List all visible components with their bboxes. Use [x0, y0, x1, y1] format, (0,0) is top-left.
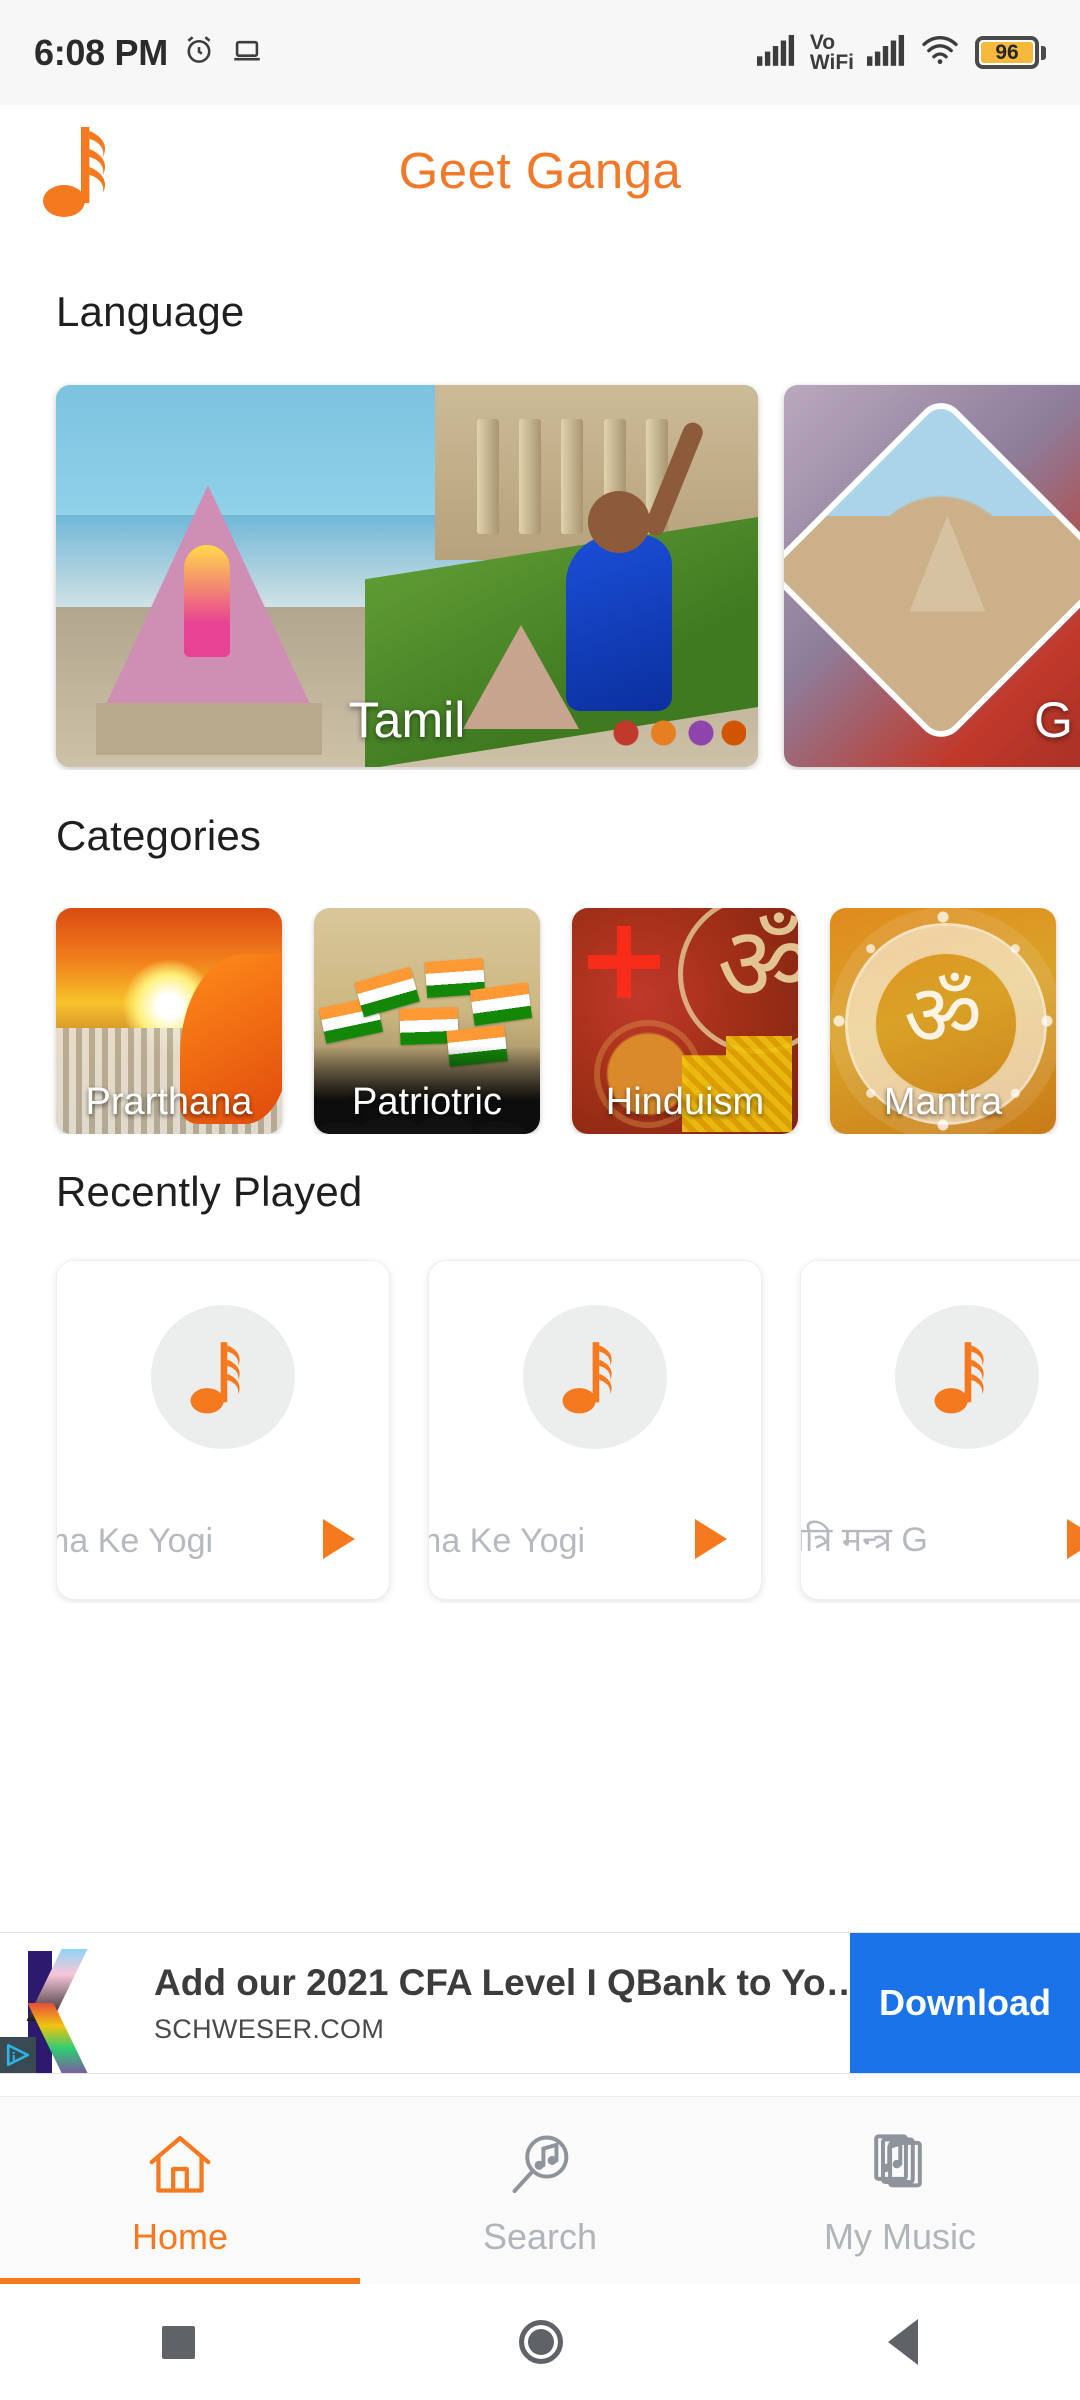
recently-played-title: ma Ke Yogi: [429, 1522, 586, 1560]
language-card-label: G: [1034, 692, 1073, 748]
bottom-navigation-bar: Home Search My Music: [0, 2096, 1080, 2285]
battery-indicator: 96: [975, 36, 1046, 69]
language-card-gujarati[interactable]: G: [784, 385, 1080, 767]
recently-played-card[interactable]: ma Ke Yogi: [428, 1260, 762, 1600]
battery-cap: [1041, 45, 1046, 60]
recents-square-icon[interactable]: [162, 2325, 196, 2359]
play-triangle-icon[interactable]: [695, 1519, 727, 1559]
category-card-label: Patriotric: [352, 1081, 502, 1123]
page-title: Geet Ganga: [398, 141, 682, 199]
play-triangle-icon[interactable]: [1067, 1519, 1080, 1559]
alarm-clock-icon: [182, 33, 216, 72]
status-bar: 6:08 PM Vo WiFi 96: [0, 0, 1080, 105]
my-music-icon: [863, 2131, 937, 2204]
recently-played-card[interactable]: ma Ke Yogi: [56, 1260, 390, 1600]
nav-item-search[interactable]: Search: [360, 2097, 720, 2285]
music-note-logo-icon: [36, 121, 132, 221]
volte-label-bottom: WiFi: [809, 50, 854, 74]
category-card-hinduism[interactable]: ॐ Hinduism: [572, 908, 798, 1134]
signal-bars-icon: [756, 34, 795, 71]
battery-level-label: 96: [981, 41, 1033, 64]
status-bar-right: Vo WiFi 96: [756, 30, 1046, 74]
ad-domain: SCHWESER.COM: [154, 2013, 385, 2044]
status-bar-left: 6:08 PM: [34, 32, 264, 74]
categories-carousel[interactable]: Prarthana Patriotric ॐ Hinduism ॐ Mantra: [0, 908, 1080, 1134]
category-card-mantra[interactable]: ॐ Mantra: [830, 908, 1056, 1134]
music-note-icon: [151, 1305, 295, 1449]
recently-played-card[interactable]: यत्रि मन्त्र G: [800, 1260, 1080, 1600]
system-navigation-bar: [0, 2284, 1080, 2400]
search-music-icon: [503, 2131, 577, 2204]
nav-item-label: My Music: [824, 2215, 976, 2257]
ad-download-button[interactable]: Download: [850, 1933, 1080, 2073]
status-bar-clock: 6:08 PM: [34, 31, 168, 73]
schweser-k-logo-icon: [0, 1933, 132, 2073]
app-bar: Geet Ganga: [0, 105, 1080, 235]
nav-item-home[interactable]: Home: [0, 2097, 360, 2285]
music-note-icon: [523, 1305, 667, 1449]
ad-banner[interactable]: Add our 2021 CFA Level I QBank to Yo… SC…: [0, 1932, 1080, 2074]
adchoices-icon[interactable]: [0, 2037, 36, 2073]
language-card-tamil[interactable]: Tamil: [56, 385, 758, 767]
language-card-label: Tamil: [348, 692, 466, 748]
home-icon: [143, 2131, 217, 2204]
ad-headline: Add our 2021 CFA Level I QBank to Yo…: [154, 1961, 850, 2003]
category-card-label: Hinduism: [605, 1081, 765, 1123]
volte-label-top: Vo: [809, 30, 836, 54]
wifi-icon: [920, 34, 960, 71]
recently-played-title: ma Ke Yogi: [57, 1522, 214, 1560]
nav-item-label: Home: [131, 2215, 229, 2257]
back-triangle-icon[interactable]: [887, 2319, 918, 2365]
category-card-label: Prarthana: [85, 1081, 253, 1123]
play-triangle-icon[interactable]: [323, 1519, 355, 1559]
recently-played-title: यत्रि मन्त्र G: [801, 1521, 928, 1559]
category-card-label: Mantra: [883, 1081, 1003, 1123]
music-note-icon: [895, 1305, 1039, 1449]
volte-wifi-indicator: Vo WiFi: [809, 30, 854, 74]
language-carousel[interactable]: Tamil G: [0, 382, 1080, 770]
nav-item-my-music[interactable]: My Music: [720, 2097, 1080, 2285]
category-card-prarthana[interactable]: Prarthana: [56, 908, 282, 1134]
signal-bars-icon: [867, 34, 905, 71]
home-circle-icon[interactable]: [519, 2320, 564, 2364]
categories-section-title: Categories: [56, 812, 262, 859]
recently-played-carousel[interactable]: ma Ke Yogi ma Ke Yogi त्रि मन्त्र G: [0, 1255, 1080, 1603]
app-screen: 6:08 PM Vo WiFi 96 Geet Ganga Language T…: [0, 0, 1080, 2400]
recently-played-section-title: Recently Played: [56, 1168, 363, 1215]
nav-item-label: Search: [482, 2215, 598, 2257]
laptop-cast-icon: [230, 33, 264, 72]
category-card-patriotric[interactable]: Patriotric: [314, 908, 540, 1134]
battery-body: 96: [975, 36, 1039, 69]
ad-text-block: Add our 2021 CFA Level I QBank to Yo… SC…: [132, 1933, 850, 2073]
language-section-title: Language: [56, 288, 245, 335]
